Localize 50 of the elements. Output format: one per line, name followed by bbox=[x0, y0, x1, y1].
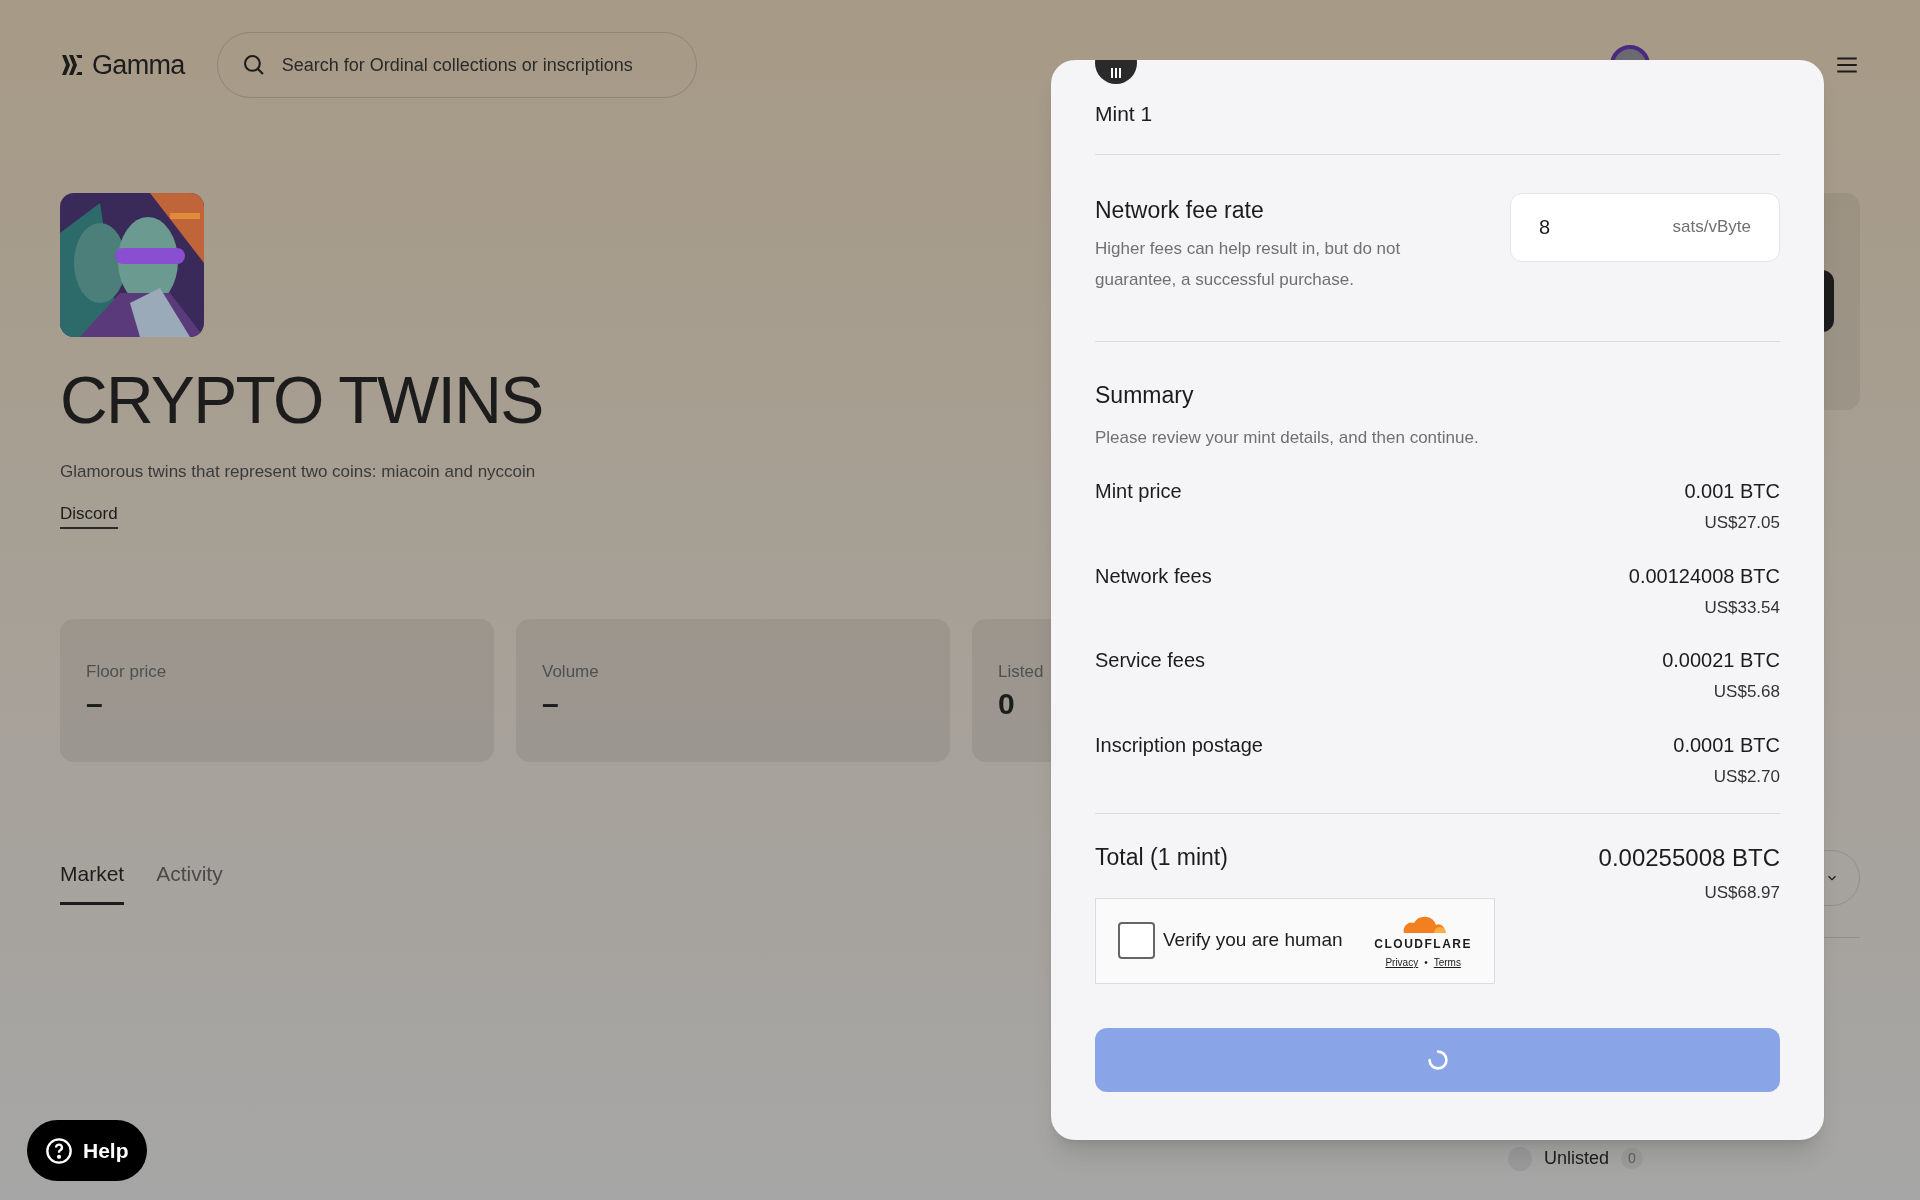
search-field[interactable]: Search for Ordinal collections or inscriptions bbox=[216, 32, 697, 98]
collection-description: Glamorous twins that represent two coins: miacoin and nyccoin bbox=[60, 461, 536, 483]
cloudflare-wordmark: CLOUDFLARE bbox=[1374, 936, 1472, 953]
filter-count: 0 bbox=[1621, 1148, 1643, 1169]
section-description: Higher fees can help result in, but do not guarantee, a successful purchase. bbox=[1095, 238, 1402, 291]
section-title: Summary bbox=[1095, 381, 1195, 410]
total-label: Total (1 mint) bbox=[1095, 843, 1228, 872]
usd-amount: US$27.05 bbox=[1704, 512, 1780, 534]
filter-radio[interactable] bbox=[1508, 1146, 1532, 1171]
filter-label: Unlisted bbox=[1544, 1147, 1610, 1170]
privacy-link[interactable]: Privacy bbox=[1385, 955, 1419, 970]
logo-text: Gamma bbox=[92, 48, 185, 82]
fee-rate-unit: sats/vByte bbox=[1672, 216, 1751, 239]
help-button[interactable]: Help bbox=[27, 1120, 147, 1181]
section-description: Please review your mint details, and then continue. bbox=[1095, 426, 1480, 449]
usd-amount: US$33.54 bbox=[1704, 596, 1780, 619]
link-separator: • bbox=[1424, 956, 1428, 970]
fee-rate-value: 8 bbox=[1539, 215, 1551, 240]
fee-rate-field[interactable]: 8 sats/vByte bbox=[1510, 192, 1780, 262]
btc-amount: 0.00124008 BTC bbox=[1628, 563, 1780, 589]
total-btc: 0.00255008 BTC bbox=[1598, 843, 1780, 873]
bars-icon bbox=[1110, 68, 1122, 78]
terms-link[interactable]: Terms bbox=[1433, 955, 1461, 970]
tab[interactable]: Activity bbox=[156, 858, 223, 905]
discord-link[interactable]: Discord bbox=[60, 500, 118, 529]
btc-amount: 0.00021 BTC bbox=[1662, 648, 1780, 673]
total-usd: US$68.97 bbox=[1704, 882, 1780, 904]
question-icon bbox=[45, 1136, 73, 1165]
stat-value: – bbox=[86, 685, 103, 722]
summary-label: Network fees bbox=[1095, 563, 1212, 589]
summary-label: Inscription postage bbox=[1095, 732, 1263, 758]
btc-amount: 0.0001 BTC bbox=[1673, 732, 1780, 758]
stat-value: 0 bbox=[998, 685, 1015, 722]
collection-title: CRYPTO TWINS bbox=[60, 367, 543, 433]
summary-label: Service fees bbox=[1095, 648, 1206, 673]
section-title: Network fee rate bbox=[1095, 195, 1265, 225]
usd-amount: US$2.70 bbox=[1713, 765, 1780, 788]
tab[interactable]: Market bbox=[60, 858, 125, 905]
captcha-label: Verify you are human bbox=[1163, 928, 1344, 953]
usd-amount: US$5.68 bbox=[1713, 681, 1780, 703]
logo-icon bbox=[60, 53, 84, 77]
stat-label: Listed bbox=[998, 661, 1044, 683]
captcha-checkbox[interactable] bbox=[1118, 922, 1155, 959]
summary-label: Mint price bbox=[1095, 479, 1182, 504]
item-name: Mint 1 bbox=[1095, 101, 1154, 127]
stat-value: – bbox=[542, 685, 559, 722]
btc-amount: 0.001 BTC bbox=[1684, 479, 1780, 504]
stat-label: Volume bbox=[542, 661, 599, 683]
search-icon bbox=[243, 55, 264, 75]
stat-label: Floor price bbox=[86, 661, 167, 683]
